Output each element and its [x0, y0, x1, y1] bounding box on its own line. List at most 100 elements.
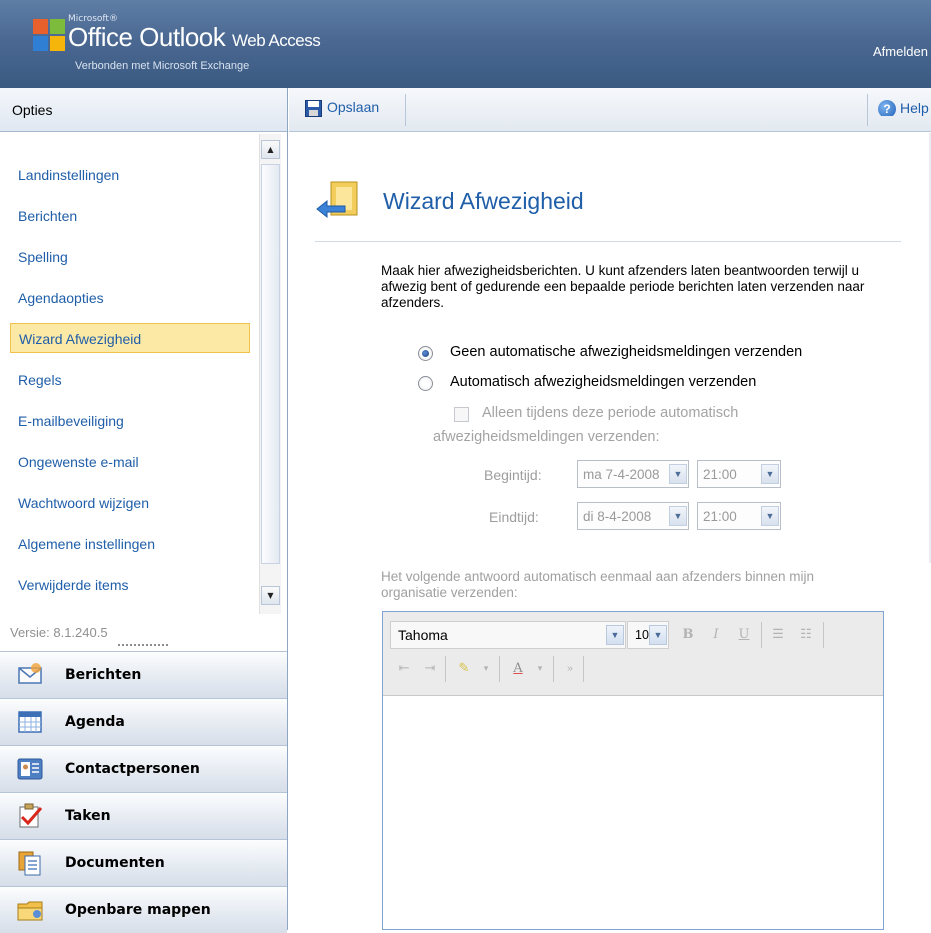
- connection-status: Verbonden met Microsoft Exchange: [75, 60, 250, 72]
- calendar-icon: [18, 711, 42, 733]
- module-agenda[interactable]: Agenda: [0, 698, 287, 745]
- sidebar-item-landinstellingen[interactable]: Landinstellingen: [10, 160, 250, 190]
- bullet-list-icon[interactable]: ☰: [767, 624, 789, 646]
- sidebar-item-berichten[interactable]: Berichten: [10, 201, 250, 231]
- contacts-icon: [17, 758, 43, 780]
- options-panel: Opties Landinstellingen Berichten Spelli…: [0, 88, 288, 933]
- underline-button[interactable]: U: [733, 624, 755, 646]
- product-suffix: Web Access: [232, 31, 321, 50]
- help-label: Help: [900, 100, 929, 116]
- toolbar-divider: [867, 94, 868, 126]
- tasks-icon: [19, 803, 43, 828]
- documents-icon: [18, 851, 41, 876]
- save-button[interactable]: Opslaan: [303, 99, 379, 121]
- signout-link[interactable]: Afmelden: [873, 44, 931, 59]
- font-family-select[interactable]: Tahoma ▼: [390, 621, 626, 649]
- resize-grip[interactable]: [118, 644, 168, 648]
- chevron-down-icon[interactable]: ▼: [649, 625, 667, 645]
- help-button[interactable]: ? Help: [878, 100, 931, 116]
- page-title: Wizard Afwezigheid: [383, 188, 584, 214]
- toolbar-divider: [445, 656, 446, 682]
- period-checkbox[interactable]: [454, 407, 469, 422]
- start-date-dropdown[interactable]: ma 7-4-2008 ▼: [577, 460, 689, 488]
- increase-indent-icon[interactable]: ⇥: [419, 658, 441, 680]
- toolbar-divider: [823, 622, 824, 648]
- help-icon: ?: [878, 100, 896, 116]
- start-date-value: ma 7-4-2008: [583, 467, 660, 482]
- intro-text: Maak hier afwezigheidsberichten. U kunt …: [381, 263, 865, 310]
- scrollbar-thumb[interactable]: [261, 164, 280, 564]
- chevron-down-icon[interactable]: ▼: [606, 625, 624, 645]
- font-size-select[interactable]: 10 ▼: [627, 621, 669, 649]
- version-label: Versie: 8.1.240.5: [10, 625, 108, 640]
- options-title: Opties: [0, 88, 287, 132]
- toolbar-divider: [405, 94, 406, 126]
- sidebar-item-regels[interactable]: Regels: [10, 365, 250, 395]
- sidebar-item-wizard-afwezigheid[interactable]: Wizard Afwezigheid: [10, 323, 250, 353]
- end-date-value: di 8-4-2008: [583, 509, 652, 524]
- module-openbare-mappen[interactable]: Openbare mappen: [0, 886, 287, 933]
- module-documenten[interactable]: Documenten: [0, 839, 287, 886]
- font-size-value: 10: [635, 628, 649, 642]
- sidebar-item-e-mailbeveiliging[interactable]: E-mailbeveiliging: [10, 406, 250, 436]
- module-contactpersonen[interactable]: Contactpersonen: [0, 745, 287, 792]
- module-label: Berichten: [65, 667, 142, 683]
- module-label: Taken: [65, 808, 111, 824]
- start-time-value: 21:00: [703, 467, 737, 482]
- decrease-indent-icon[interactable]: ⇤: [393, 658, 415, 680]
- product-name: Office Outlook: [68, 22, 226, 52]
- module-berichten[interactable]: Berichten: [0, 651, 287, 698]
- sidebar-item-spelling[interactable]: Spelling: [10, 242, 250, 272]
- chevron-down-icon[interactable]: ▼: [761, 464, 779, 484]
- period-checkbox-label: Alleen tijdens deze periode automatisch: [482, 405, 739, 421]
- out-of-office-icon: [316, 181, 358, 219]
- app-header: Microsoft® Office Outlook Web Access Ver…: [0, 0, 931, 88]
- end-time-label: Eindtijd:: [489, 509, 539, 525]
- toolbar-divider: [553, 656, 554, 682]
- auto-reply-label[interactable]: Automatisch afwezigheidsmeldingen verzen…: [450, 374, 756, 390]
- toolbar-divider: [499, 656, 500, 682]
- numbered-list-icon[interactable]: ☷: [795, 624, 817, 646]
- sidebar-item-verwijderde-items[interactable]: Verwijderde items: [10, 570, 250, 600]
- no-auto-reply-label[interactable]: Geen automatische afwezigheidsmeldingen …: [450, 344, 802, 360]
- more-options-icon[interactable]: »: [559, 658, 581, 680]
- sidebar-item-ongewenste-email[interactable]: Ongewenste e-mail: [10, 447, 250, 477]
- module-label: Contactpersonen: [65, 761, 200, 777]
- font-color-icon[interactable]: A: [507, 658, 529, 680]
- end-time-dropdown[interactable]: 21:00 ▼: [697, 502, 781, 530]
- reply-text-label: Het volgende antwoord automatisch eenmaa…: [381, 569, 815, 600]
- end-date-dropdown[interactable]: di 8-4-2008 ▼: [577, 502, 689, 530]
- save-icon: [305, 100, 322, 117]
- editor-toolbar: Tahoma ▼ 10 ▼ B I U ☰ ☷ ⇤ ⇥ ✎ ▾ A ▾ »: [383, 612, 883, 696]
- scroll-up-icon[interactable]: ▲: [261, 140, 280, 159]
- module-label: Documenten: [65, 855, 165, 871]
- end-time-value: 21:00: [703, 509, 737, 524]
- public-folders-icon: [17, 901, 43, 921]
- toolbar-divider: [583, 656, 584, 682]
- no-auto-reply-radio[interactable]: [418, 346, 433, 361]
- main-toolbar: Opslaan ? Help: [289, 88, 931, 132]
- office-logo-icon: [33, 19, 65, 51]
- sidebar-item-wachtwoord-wijzigen[interactable]: Wachtwoord wijzigen: [10, 488, 250, 518]
- italic-button[interactable]: I: [705, 624, 727, 646]
- module-navigation: Berichten Agenda Contactpersonen Taken D…: [0, 651, 287, 933]
- start-time-dropdown[interactable]: 21:00 ▼: [697, 460, 781, 488]
- mail-icon: [18, 663, 42, 684]
- scroll-down-icon[interactable]: ▼: [261, 586, 280, 605]
- bold-button[interactable]: B: [677, 624, 699, 646]
- chevron-down-icon[interactable]: ▼: [669, 506, 687, 526]
- highlight-icon[interactable]: ✎: [453, 658, 475, 680]
- save-label: Opslaan: [327, 99, 380, 115]
- chevron-down-icon[interactable]: ▼: [761, 506, 779, 526]
- chevron-down-icon[interactable]: ▼: [669, 464, 687, 484]
- chevron-down-icon[interactable]: ▾: [475, 658, 497, 680]
- auto-reply-radio[interactable]: [418, 376, 433, 391]
- toolbar-divider: [761, 622, 762, 648]
- chevron-down-icon[interactable]: ▾: [529, 658, 551, 680]
- reply-editor[interactable]: Tahoma ▼ 10 ▼ B I U ☰ ☷ ⇤ ⇥ ✎ ▾ A ▾ »: [382, 611, 884, 930]
- sidebar-item-agendaopties[interactable]: Agendaopties: [10, 283, 250, 313]
- options-scrollbar[interactable]: ▲ ▼: [259, 134, 281, 614]
- module-taken[interactable]: Taken: [0, 792, 287, 839]
- sidebar-item-algemene-instellingen[interactable]: Algemene instellingen: [10, 529, 250, 559]
- period-checkbox-label-continued: afwezigheidsmeldingen verzenden:: [433, 429, 660, 445]
